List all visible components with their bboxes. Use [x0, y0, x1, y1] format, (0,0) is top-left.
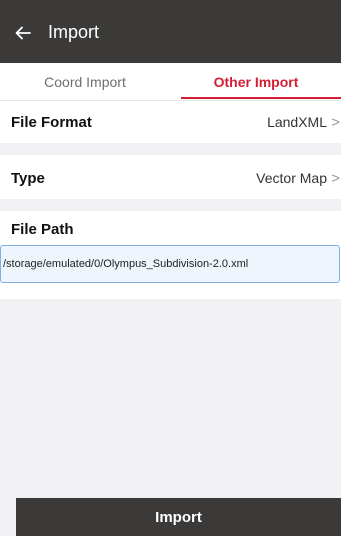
tab-coord-import[interactable]: Coord Import: [0, 63, 170, 100]
chevron-right-icon: >: [331, 170, 340, 187]
chevron-right-icon: >: [331, 114, 340, 131]
file-path-section: File Path: [0, 211, 341, 299]
active-tab-indicator: [181, 97, 341, 99]
type-value: Vector Map: [256, 170, 327, 186]
file-path-label: File Path: [11, 221, 74, 238]
import-button[interactable]: Import: [16, 498, 341, 536]
type-label: Type: [11, 170, 45, 187]
page-title: Import: [48, 22, 100, 42]
arrow-left-icon: [15, 26, 31, 40]
file-path-input[interactable]: [0, 245, 340, 283]
file-format-row[interactable]: File Format LandXML >: [0, 101, 341, 143]
type-row[interactable]: Type Vector Map >: [0, 155, 341, 199]
top-app-bar: Import: [0, 0, 341, 63]
file-format-label: File Format: [11, 114, 92, 131]
tab-bar: Coord Import Other Import: [0, 63, 341, 101]
back-button[interactable]: [8, 18, 38, 48]
tab-other-import[interactable]: Other Import: [171, 63, 341, 100]
file-format-value: LandXML: [267, 114, 327, 130]
